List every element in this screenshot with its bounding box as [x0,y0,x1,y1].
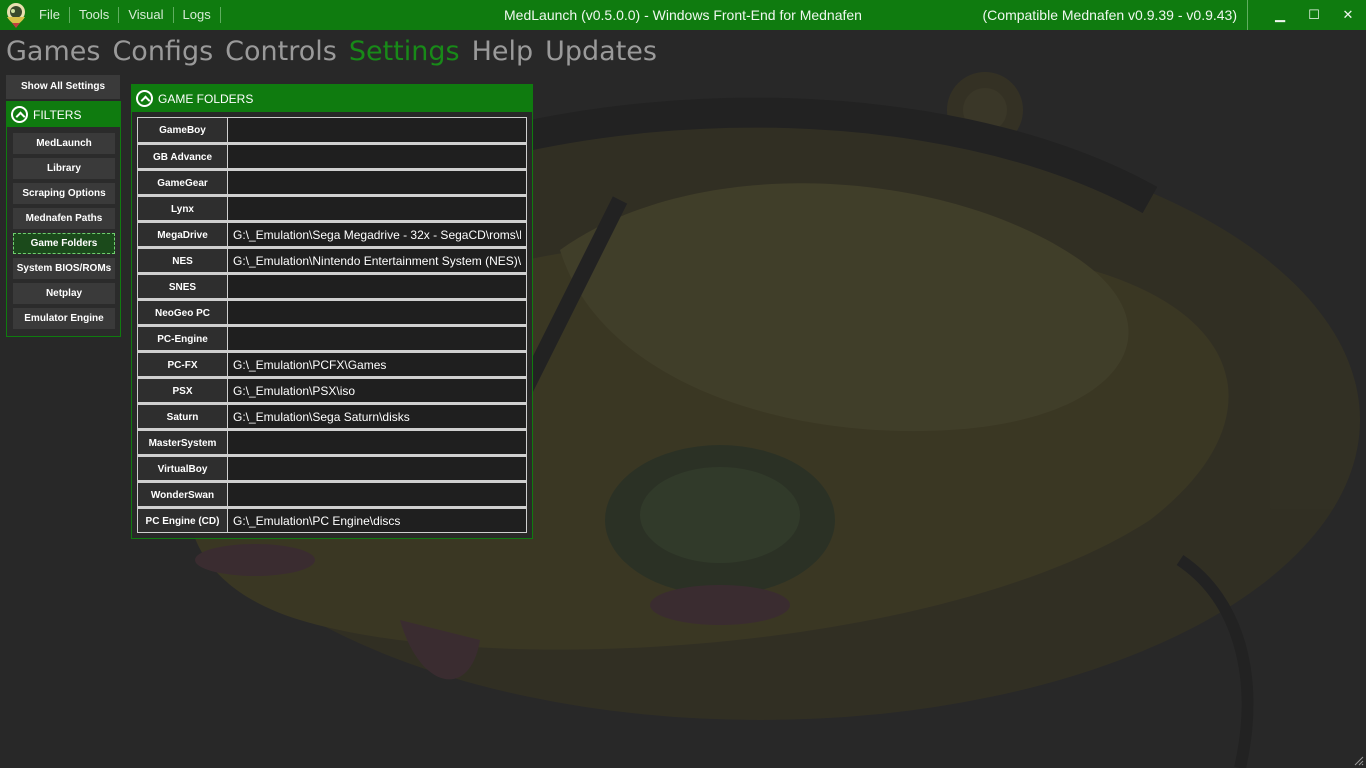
resize-grip-icon[interactable] [1352,754,1364,766]
folder-path-input[interactable] [227,455,527,481]
folder-row: GameBoy [137,117,532,143]
folder-path-input[interactable] [227,195,527,221]
folder-label: VirtualBoy [137,455,227,481]
folder-label: SNES [137,273,227,299]
folder-row: PC Engine (CD) [137,507,532,533]
folder-path-input[interactable] [227,403,527,429]
folder-path-input[interactable] [227,429,527,455]
filters-header[interactable]: FILTERS [7,102,120,127]
folder-path-input[interactable] [227,351,527,377]
filters-panel: FILTERS MedLaunch Library Scraping Optio… [6,101,121,337]
folder-path-input[interactable] [227,247,527,273]
folder-path-input[interactable] [227,273,527,299]
folder-row: SNES [137,273,532,299]
folder-path-input[interactable] [227,325,527,351]
folder-label: NES [137,247,227,273]
folder-label: GameBoy [137,117,227,143]
menu-file[interactable]: File [30,7,70,23]
folder-label: Saturn [137,403,227,429]
folder-path-input[interactable] [227,117,527,143]
minimize-button[interactable]: ▁ [1263,0,1297,30]
folder-row: Lynx [137,195,532,221]
show-all-settings-button[interactable]: Show All Settings [6,75,120,99]
menu-logs[interactable]: Logs [174,7,221,23]
game-folders-title: GAME FOLDERS [158,91,254,106]
folder-label: NeoGeo PC [137,299,227,325]
folder-path-input[interactable] [227,143,527,169]
filters-title: FILTERS [33,107,82,122]
folder-row: Saturn [137,403,532,429]
folder-row: WonderSwan [137,481,532,507]
folder-row: PC-FX [137,351,532,377]
folder-path-input[interactable] [227,377,527,403]
filter-mednafen-paths[interactable]: Mednafen Paths [13,208,115,229]
game-folders-panel: GAME FOLDERS GameBoy GB Advance GameGear Ly… [131,84,533,539]
folder-label: Lynx [137,195,227,221]
compatibility-text: (Compatible Mednafen v0.9.39 - v0.9.43) [983,0,1248,30]
folder-path-input[interactable] [227,299,527,325]
game-folders-table: GameBoyGB AdvanceGameGearLynxMegaDriveNE… [132,112,532,533]
filter-list: MedLaunch Library Scraping Options Medna… [7,127,120,329]
folder-label: PC-Engine [137,325,227,351]
filter-game-folders[interactable]: Game Folders [13,233,115,254]
folder-row: MasterSystem [137,429,532,455]
folder-label: MasterSystem [137,429,227,455]
folder-label: MegaDrive [137,221,227,247]
tab-controls[interactable]: Controls [225,34,337,72]
tab-settings[interactable]: Settings [349,34,460,72]
menu-bar: File Tools Visual Logs [30,0,221,30]
menu-visual[interactable]: Visual [119,7,174,23]
folder-row: GameGear [137,169,532,195]
tab-configs[interactable]: Configs [112,34,213,72]
folder-path-input[interactable] [227,221,527,247]
title-bar: File Tools Visual Logs MedLaunch (v0.5.0… [0,0,1366,30]
menu-tools[interactable]: Tools [70,7,120,23]
game-folders-header[interactable]: GAME FOLDERS [132,85,532,112]
collapse-chevron-icon[interactable] [11,106,28,123]
close-button[interactable]: ✕ [1331,0,1365,30]
folder-label: PC Engine (CD) [137,507,227,533]
folder-row: NES [137,247,532,273]
folder-label: GameGear [137,169,227,195]
folder-label: GB Advance [137,143,227,169]
tab-updates[interactable]: Updates [545,34,657,72]
filter-system-bios-roms[interactable]: System BIOS/ROMs [13,258,115,279]
folder-row: VirtualBoy [137,455,532,481]
folder-row: PC-Engine [137,325,532,351]
medlaunch-logo-icon [7,3,25,28]
folder-row: NeoGeo PC [137,299,532,325]
collapse-chevron-icon[interactable] [136,90,153,107]
folder-row: MegaDrive [137,221,532,247]
tab-help[interactable]: Help [472,34,534,72]
folder-label: PC-FX [137,351,227,377]
filter-netplay[interactable]: Netplay [13,283,115,304]
filter-emulator-engine[interactable]: Emulator Engine [13,308,115,329]
main-tabs: Games Configs Controls Settings Help Upd… [6,34,669,72]
filter-scraping-options[interactable]: Scraping Options [13,183,115,204]
maximize-button[interactable]: ☐ [1297,0,1331,30]
folder-row: PSX [137,377,532,403]
folder-label: PSX [137,377,227,403]
folder-label: WonderSwan [137,481,227,507]
tab-games[interactable]: Games [6,34,100,72]
filter-library[interactable]: Library [13,158,115,179]
folder-path-input[interactable] [227,481,527,507]
folder-path-input[interactable] [227,507,527,533]
filter-medlaunch[interactable]: MedLaunch [13,133,115,154]
folder-path-input[interactable] [227,169,527,195]
folder-row: GB Advance [137,143,532,169]
